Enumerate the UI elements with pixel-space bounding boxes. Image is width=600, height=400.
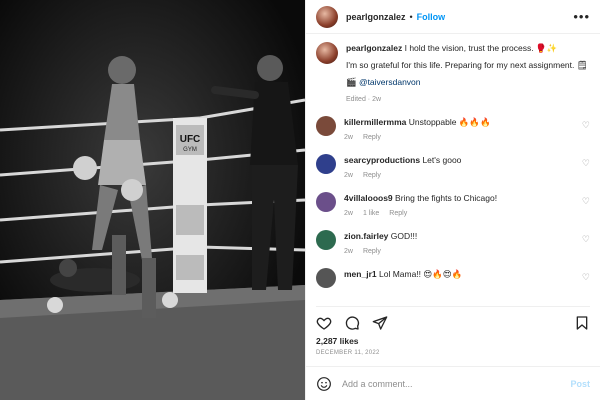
action-bar [316, 306, 590, 332]
add-comment-input[interactable] [342, 378, 561, 389]
separator-dot: • [409, 11, 413, 22]
heart-icon[interactable] [316, 315, 332, 331]
banner-text: UFC [180, 134, 201, 145]
comment-text: Lol Mama!! 😍🔥😍🔥 [378, 269, 463, 279]
fight-photo-graphic: UFC GYM [0, 0, 305, 400]
add-comment-bar: Post [306, 366, 600, 400]
bookmark-icon[interactable] [574, 315, 590, 331]
comment-text: Let's gooo [422, 155, 462, 165]
comment-age: 2w [344, 248, 353, 255]
post-header: pearlgonzalez • Follow ••• [306, 0, 600, 34]
comment-item: men_jr1 Lol Mama!! 😍🔥😍🔥 ♡ [316, 268, 590, 288]
comment-likes[interactable]: 1 like [363, 208, 379, 220]
edited-label: Edited · 2w [346, 96, 382, 103]
banner-sub: GYM [183, 147, 197, 153]
post-comment-button[interactable]: Post [570, 379, 590, 389]
caption-avatar[interactable] [316, 42, 338, 64]
follow-button[interactable]: Follow [417, 12, 446, 22]
share-icon[interactable] [372, 315, 388, 331]
comment-username[interactable]: searcyproductions [344, 155, 420, 165]
comment-reply-button[interactable]: Reply [389, 208, 407, 220]
post-username[interactable]: pearlgonzalez [346, 12, 406, 22]
comment-text: Unstoppable 🔥🔥🔥 [408, 117, 491, 127]
comment-item: searcyproductions Let's gooo 2w Reply ♡ [316, 154, 590, 182]
comment-heart-icon[interactable]: ♡ [582, 158, 590, 169]
post-panel: pearlgonzalez • Follow ••• pearlgonzalez… [305, 0, 600, 400]
comment-reply-button[interactable]: Reply [363, 246, 381, 258]
comment-heart-icon[interactable]: ♡ [582, 196, 590, 207]
comment-reply-button[interactable]: Reply [363, 170, 381, 182]
comment-item: zion.fairley GOD!!! 2w Reply ♡ [316, 230, 590, 258]
comment-avatar[interactable] [316, 230, 336, 250]
comment-avatar[interactable] [316, 268, 336, 288]
caption-line-1: I hold the vision, trust the process. 🥊✨ [404, 43, 558, 53]
photo-credit[interactable]: 🎬 @taiversdanvon [346, 76, 588, 89]
caption-line-2: I'm so grateful for this life. Preparing… [346, 60, 588, 70]
comment-heart-icon[interactable]: ♡ [582, 120, 590, 131]
more-icon[interactable]: ••• [573, 9, 590, 24]
emoji-icon[interactable] [316, 376, 332, 392]
comment-heart-icon[interactable]: ♡ [582, 272, 590, 283]
caption-username[interactable]: pearlgonzalez [346, 43, 402, 53]
comment-item: 4villalooos9 Bring the fights to Chicago… [316, 192, 590, 220]
comment-reply-button[interactable]: Reply [363, 132, 381, 144]
post-date: DECEMBER 11, 2022 [316, 350, 380, 356]
comment-username[interactable]: men_jr1 [344, 269, 377, 279]
post-photo[interactable]: UFC GYM [0, 0, 305, 400]
comment-avatar[interactable] [316, 116, 336, 136]
comments-list[interactable]: pearlgonzalez I hold the vision, trust t… [306, 34, 600, 302]
comment-username[interactable]: killermillermma [344, 117, 406, 127]
comment-icon[interactable] [344, 315, 360, 331]
comment-avatar[interactable] [316, 192, 336, 212]
comment-avatar[interactable] [316, 154, 336, 174]
avatar[interactable] [316, 5, 338, 28]
comment-heart-icon[interactable]: ♡ [582, 234, 590, 245]
comment-age: 2w [344, 210, 353, 217]
comment-age: 2w [344, 134, 353, 141]
comment-username[interactable]: 4villalooos9 [344, 193, 393, 203]
caption: pearlgonzalez I hold the vision, trust t… [316, 42, 590, 106]
comment-text: GOD!!! [390, 231, 418, 241]
comment-age: 2w [344, 172, 353, 179]
likes-count[interactable]: 2,287 likes [316, 336, 359, 346]
comment-item: killermillermma Unstoppable 🔥🔥🔥 2w Reply … [316, 116, 590, 144]
comment-text: Bring the fights to Chicago! [395, 193, 498, 203]
comment-username[interactable]: zion.fairley [344, 231, 388, 241]
